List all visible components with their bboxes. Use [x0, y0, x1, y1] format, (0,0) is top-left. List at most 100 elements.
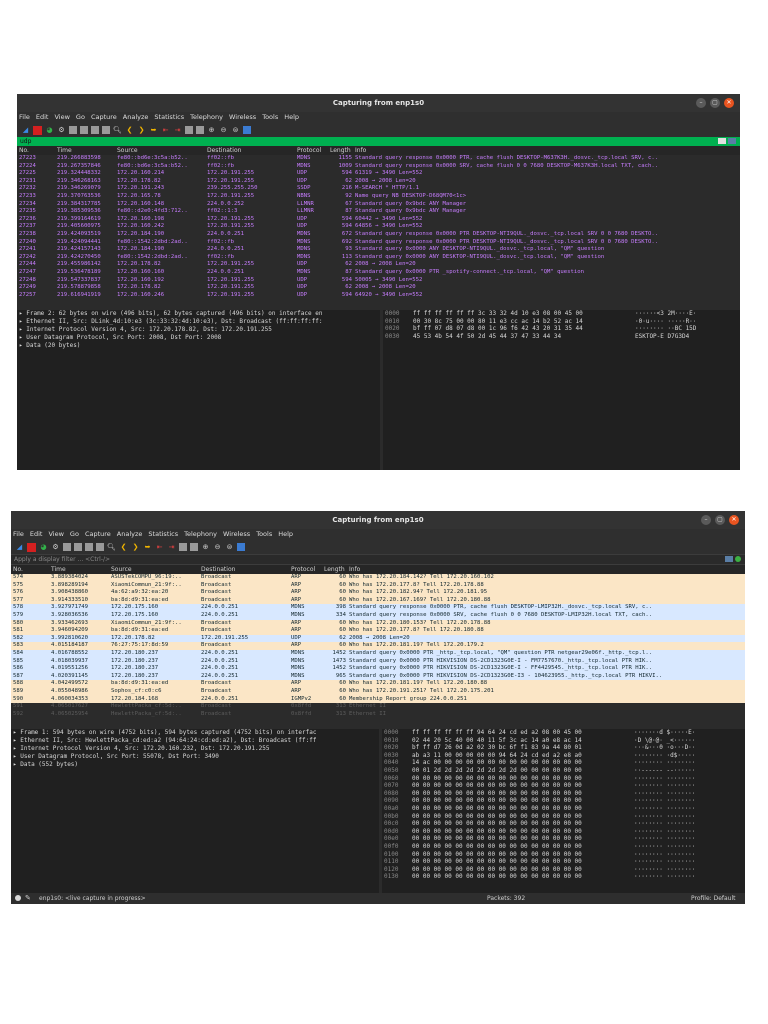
profile-status[interactable]: Profile: Default — [691, 893, 736, 904]
menu-statistics[interactable]: Statistics — [154, 112, 184, 123]
start-capture-icon[interactable]: ◢ — [21, 126, 30, 135]
packet-row[interactable]: 579 3.928036536 172.20.175.160 224.0.0.251 M… — [11, 611, 745, 620]
packet-row[interactable]: 27249 219.578879858 172.20.178.82 172.20.19… — [17, 284, 740, 292]
packet-row[interactable]: 590 4.060034353 172.20.184.168 224.0.0.251 I… — [11, 695, 745, 704]
detail-tree-item[interactable]: ▸ Data (552 bytes) — [11, 761, 379, 769]
menu-capture[interactable]: Capture — [85, 529, 111, 540]
zoom-in-icon[interactable]: ⊕ — [201, 543, 210, 552]
hex-row[interactable]: 00a0 00 00 00 00 00 00 00 00 00 00 00 00 … — [382, 805, 745, 813]
menu-wireless[interactable]: Wireless — [229, 112, 256, 123]
detail-tree-item[interactable]: ▸ Frame 1: 594 bytes on wire (4752 bits)… — [11, 729, 379, 737]
minimize-button[interactable]: – — [701, 515, 711, 525]
last-packet-icon[interactable]: ⇥ — [173, 126, 182, 135]
packet-row[interactable]: 27257 219.616941919 172.20.160.246 172.20.1… — [17, 292, 740, 300]
autoscroll-icon[interactable] — [179, 543, 187, 551]
col-source[interactable]: Source — [117, 146, 138, 155]
menu-help[interactable]: Help — [278, 529, 293, 540]
go-forward-icon[interactable]: ❯ — [131, 543, 140, 552]
col-time[interactable]: Time — [57, 146, 72, 155]
display-filter-bar[interactable]: udp — [17, 137, 740, 146]
packet-row[interactable]: 27231 219.346268163 172.20.178.82 172.20.19… — [17, 178, 740, 186]
menu-edit[interactable]: Edit — [30, 529, 43, 540]
normal-size-icon[interactable]: ⊜ — [231, 126, 240, 135]
packet-row[interactable]: 27237 219.405600975 172.20.160.242 172.20.1… — [17, 223, 740, 231]
normal-size-icon[interactable]: ⊜ — [225, 543, 234, 552]
save-file-icon[interactable] — [80, 126, 88, 134]
reload-icon[interactable] — [96, 543, 104, 551]
menu-edit[interactable]: Edit — [36, 112, 49, 123]
col-destination[interactable]: Destination — [207, 146, 241, 155]
hex-row[interactable]: 0000 ff ff ff ff ff ff 3c 33 32 4d 10 e3 … — [383, 310, 740, 318]
colorize-icon[interactable] — [196, 126, 204, 134]
menu-help[interactable]: Help — [284, 112, 299, 123]
hex-row[interactable]: 0000 ff ff ff ff ff ff 94 64 24 cd ed a2 … — [382, 729, 745, 737]
col-time[interactable]: Time — [51, 565, 66, 574]
detail-tree-item[interactable]: ▸ Internet Protocol Version 4, Src: 172.… — [11, 745, 379, 753]
col-protocol[interactable]: Protocol — [291, 565, 315, 574]
detail-tree-item[interactable]: ▸ User Datagram Protocol, Src Port: 2008… — [17, 334, 380, 342]
go-to-packet-icon[interactable]: ➥ — [149, 126, 158, 135]
start-capture-icon[interactable]: ◢ — [15, 543, 24, 552]
packet-row[interactable]: 27241 219.424157143 172.20.184.190 224.0.0.… — [17, 246, 740, 254]
packet-row[interactable]: 27232 219.346269079 172.20.191.243 239.255.… — [17, 185, 740, 193]
menu-tools[interactable]: Tools — [262, 112, 278, 123]
detail-tree-item[interactable]: ▸ Frame 2: 62 bytes on wire (496 bits), … — [17, 310, 380, 318]
menu-analyze[interactable]: Analyze — [117, 529, 143, 540]
hex-row[interactable]: 0010 00 30 8c 75 00 00 80 11 e3 cc ac 14 … — [383, 318, 740, 326]
packet-row[interactable]: 27240 219.424094441 fe80::1542:2dbd:2ad.. f… — [17, 239, 740, 247]
bookmark-filter-icon[interactable] — [725, 556, 733, 562]
packet-row[interactable]: 583 4.015184187 76:27:75:17:8d:59 Broadcast… — [11, 642, 745, 650]
menu-go[interactable]: Go — [70, 529, 79, 540]
col-no[interactable]: No. — [19, 146, 29, 155]
packet-row[interactable]: 27238 219.424093519 172.20.184.190 224.0.0.… — [17, 231, 740, 239]
packet-row[interactable]: 586 4.019551256 172.20.180.237 224.0.0.251 M… — [11, 665, 745, 673]
menu-telephony[interactable]: Telephony — [190, 112, 223, 123]
hex-row[interactable]: 0030 45 53 4b 54 4f 50 2d 45 44 37 47 33 … — [383, 333, 740, 341]
packet-row[interactable]: 27224 219.267357846 fe80::bd6e:3c5a:b52.. f… — [17, 163, 740, 171]
col-info[interactable]: Info — [355, 146, 366, 155]
menu-file[interactable]: File — [13, 529, 24, 540]
maximize-button[interactable]: ▢ — [710, 98, 720, 108]
go-forward-icon[interactable]: ❯ — [137, 126, 146, 135]
packet-row[interactable]: 578 3.927971749 172.20.175.160 224.0.0.251 M… — [11, 604, 745, 612]
close-button[interactable]: ✕ — [729, 515, 739, 525]
zoom-out-icon[interactable]: ⊖ — [213, 543, 222, 552]
hex-row[interactable]: 0030 ab a3 11 00 00 00 00 00 94 64 24 cd … — [382, 752, 745, 760]
menu-go[interactable]: Go — [76, 112, 85, 123]
clear-filter-icon[interactable] — [718, 138, 726, 144]
hex-row[interactable]: 0120 00 00 00 00 00 00 00 00 00 00 00 00 … — [382, 866, 745, 874]
menu-tools[interactable]: Tools — [256, 529, 272, 540]
display-filter-bar[interactable]: Apply a display filter ... <Ctrl-/> — [11, 554, 745, 565]
capture-status-icon[interactable] — [15, 895, 21, 901]
open-file-icon[interactable] — [63, 543, 71, 551]
packet-row[interactable]: 592 4.065025954 HewlettPacka_cf:5d:.. Broad… — [11, 710, 745, 719]
col-source[interactable]: Source — [111, 565, 132, 574]
hex-row[interactable]: 00e0 00 00 00 00 00 00 00 00 00 00 00 00 … — [382, 835, 745, 843]
menu-view[interactable]: View — [54, 112, 69, 123]
menu-telephony[interactable]: Telephony — [184, 529, 217, 540]
hex-row[interactable]: 00f0 00 00 00 00 00 00 00 00 00 00 00 00 … — [382, 843, 745, 851]
save-file-icon[interactable] — [74, 543, 82, 551]
menu-capture[interactable]: Capture — [91, 112, 117, 123]
first-packet-icon[interactable]: ⇤ — [155, 543, 164, 552]
capture-options-icon[interactable]: ⚙ — [51, 543, 60, 552]
reload-icon[interactable] — [102, 126, 110, 134]
go-back-icon[interactable]: ❮ — [119, 543, 128, 552]
packet-row[interactable]: 585 4.018039937 172.20.180.237 224.0.0.251 M… — [11, 657, 745, 666]
restart-capture-icon[interactable]: ◕ — [39, 543, 48, 552]
go-back-icon[interactable]: ❮ — [125, 126, 134, 135]
detail-tree-item[interactable]: ▸ Ethernet II, Src: HewlettPacka_cd:ed:a… — [11, 737, 379, 745]
last-packet-icon[interactable]: ⇥ — [167, 543, 176, 552]
close-file-icon[interactable] — [85, 543, 93, 551]
col-length[interactable]: Length — [330, 146, 351, 155]
hex-row[interactable]: 00b0 00 00 00 00 00 00 00 00 00 00 00 00 … — [382, 813, 745, 821]
hex-row[interactable]: 0020 bf ff 07 d8 07 d8 00 1c 96 f6 42 43 … — [383, 325, 740, 333]
autoscroll-icon[interactable] — [185, 126, 193, 134]
hex-row[interactable]: 0100 00 00 00 00 00 00 00 00 00 00 00 00 … — [382, 851, 745, 859]
col-protocol[interactable]: Protocol — [297, 146, 321, 155]
packet-row[interactable]: 27225 219.324448332 172.20.160.214 172.20.1… — [17, 170, 740, 178]
detail-tree-item[interactable]: ▸ Data (20 bytes) — [17, 342, 380, 350]
hex-row[interactable]: 0130 00 00 00 00 00 00 00 00 00 00 00 00 … — [382, 873, 745, 881]
maximize-button[interactable]: ▢ — [715, 515, 725, 525]
hex-row[interactable]: 0070 00 00 00 00 00 00 00 00 00 00 00 00 … — [382, 782, 745, 790]
